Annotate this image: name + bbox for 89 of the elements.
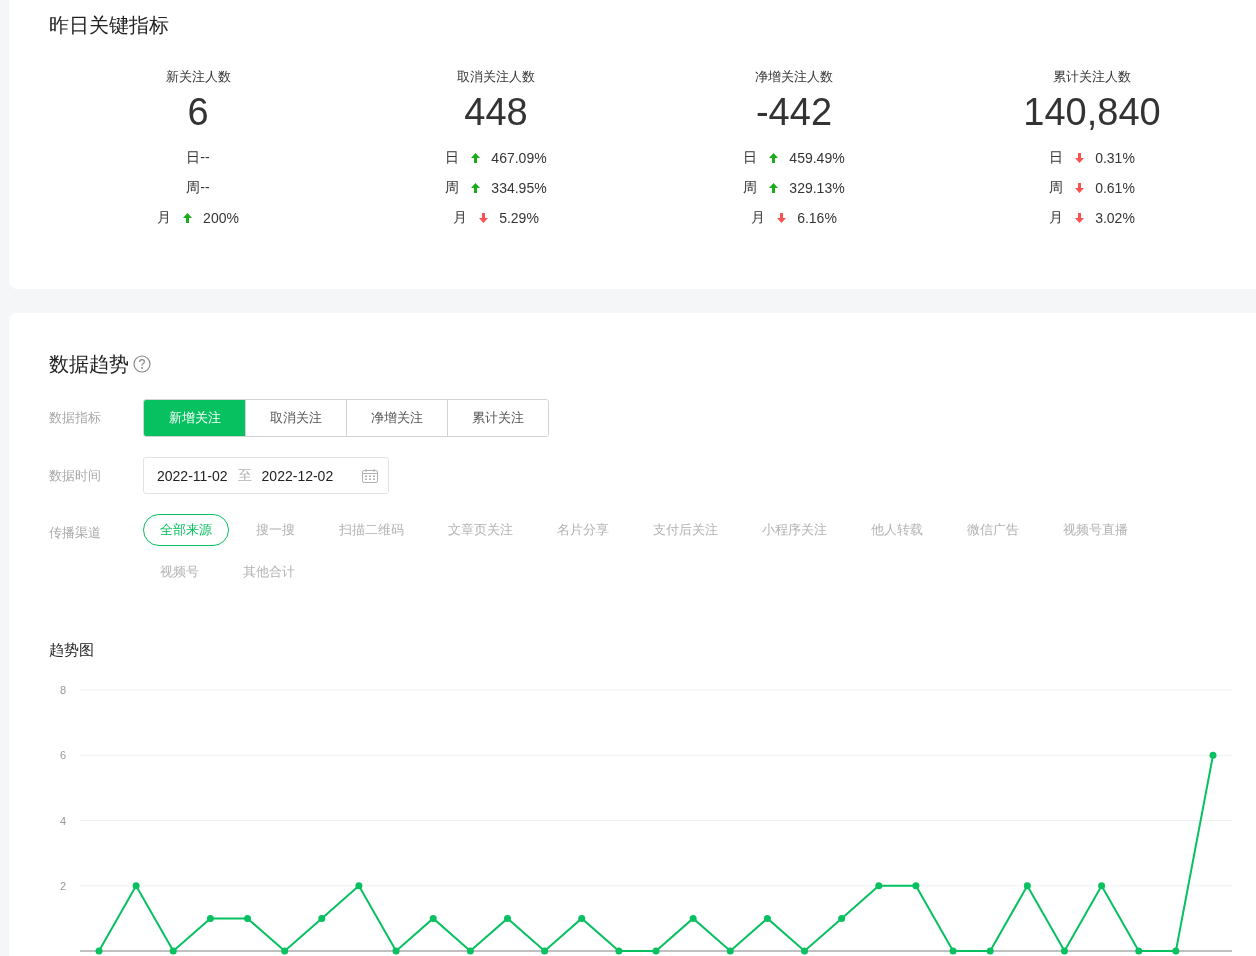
period-label: 日 [743, 149, 758, 167]
channel-filter[interactable]: 他人转载 [854, 514, 940, 546]
data-point [986, 947, 994, 955]
metric-value: 140,840 [1023, 90, 1161, 134]
data-point [318, 914, 326, 922]
data-point [541, 947, 549, 955]
change-value: 334.95% [491, 180, 547, 196]
data-point [949, 947, 957, 955]
data-point [132, 882, 140, 890]
data-point [281, 947, 289, 955]
channel-filter[interactable]: 视频号 [143, 556, 216, 588]
metric-value: 448 [464, 90, 528, 134]
data-point [169, 947, 177, 955]
y-tick-label: 6 [59, 749, 66, 762]
y-tick-label: 8 [59, 684, 66, 696]
period-label: 日 [1049, 149, 1064, 167]
channel-filter[interactable]: 视频号直播 [1046, 514, 1145, 546]
change-value: 5.29% [499, 210, 539, 226]
period-label: 日 [445, 149, 460, 167]
metric-label: 新关注人数 [165, 68, 231, 86]
data-point [1209, 751, 1217, 759]
y-tick-label: 2 [59, 879, 66, 892]
metric-label: 取消关注人数 [457, 68, 535, 86]
data-point [466, 947, 474, 955]
data-point [1060, 947, 1068, 955]
data-point [429, 914, 437, 922]
calendar-icon[interactable] [362, 468, 378, 483]
channel-filter[interactable]: 名片分享 [540, 514, 626, 546]
period-label: 月 [453, 209, 468, 227]
period-label: 月 [1049, 209, 1064, 227]
data-point [503, 914, 511, 922]
segment-tab[interactable]: 累计关注 [447, 400, 548, 436]
date-range-field[interactable]: 2022-11-02 至 2022-12-02 [143, 457, 389, 494]
metric-label: 净增关注人数 [755, 68, 833, 86]
chart-title: 趋势图 [49, 640, 95, 660]
data-point [1135, 947, 1143, 955]
change-value: 200% [203, 210, 239, 226]
data-point [615, 947, 623, 955]
period-label: 月 [751, 209, 766, 227]
data-point [912, 882, 920, 890]
data-point [355, 882, 363, 890]
channel-filter[interactable]: 小程序关注 [745, 514, 844, 546]
channel-filter[interactable]: 其他合计 [226, 556, 312, 588]
channel-filter[interactable]: 文章页关注 [431, 514, 530, 546]
data-point [875, 882, 883, 890]
data-point [244, 914, 252, 922]
end-date: 2022-12-02 [261, 467, 334, 484]
data-point [689, 914, 697, 922]
data-point [838, 914, 846, 922]
start-date: 2022-11-02 [157, 467, 228, 484]
field-label: 数据时间 [49, 466, 102, 485]
period-label: 周 [1049, 179, 1064, 197]
period-label: 周-- [186, 179, 210, 197]
data-point [801, 947, 809, 955]
period-label: 月 [157, 209, 172, 227]
metric-value: -442 [755, 90, 833, 134]
period-label: 日-- [186, 149, 210, 167]
help-icon[interactable] [133, 355, 151, 373]
data-point [763, 914, 771, 922]
period-label: 周 [743, 179, 758, 197]
change-value: 6.16% [797, 210, 837, 226]
change-value: 459.49% [789, 150, 845, 166]
data-point [726, 947, 734, 955]
field-label: 数据指标 [49, 409, 102, 427]
data-point [578, 914, 586, 922]
period-label: 周 [445, 179, 460, 197]
change-value: 467.09% [491, 150, 547, 166]
data-point [1023, 882, 1031, 890]
channel-filter[interactable]: 扫描二维码 [322, 514, 421, 546]
section-title: 昨日关键指标 [49, 13, 170, 38]
change-value: 0.61% [1095, 180, 1135, 196]
data-point [392, 947, 400, 955]
data-point [95, 947, 103, 955]
data-point [1098, 882, 1106, 890]
data-point [206, 914, 214, 922]
field-label: 传播渠道 [49, 524, 102, 542]
change-value: 0.31% [1095, 150, 1135, 166]
data-point [1172, 947, 1180, 955]
range-separator: 至 [237, 466, 252, 485]
channel-filter[interactable]: 支付后关注 [636, 514, 735, 546]
section-title: 数据趋势 [49, 352, 129, 377]
segment-tab[interactable]: 新增关注 [144, 400, 245, 436]
data-point [652, 947, 660, 955]
change-value: 329.13% [789, 180, 845, 196]
change-value: 3.02% [1095, 210, 1135, 226]
metric-label: 累计关注人数 [1053, 68, 1131, 86]
y-tick-label: 4 [59, 814, 66, 827]
channel-filter[interactable]: 微信广告 [950, 514, 1036, 546]
metric-value: 6 [187, 90, 209, 134]
